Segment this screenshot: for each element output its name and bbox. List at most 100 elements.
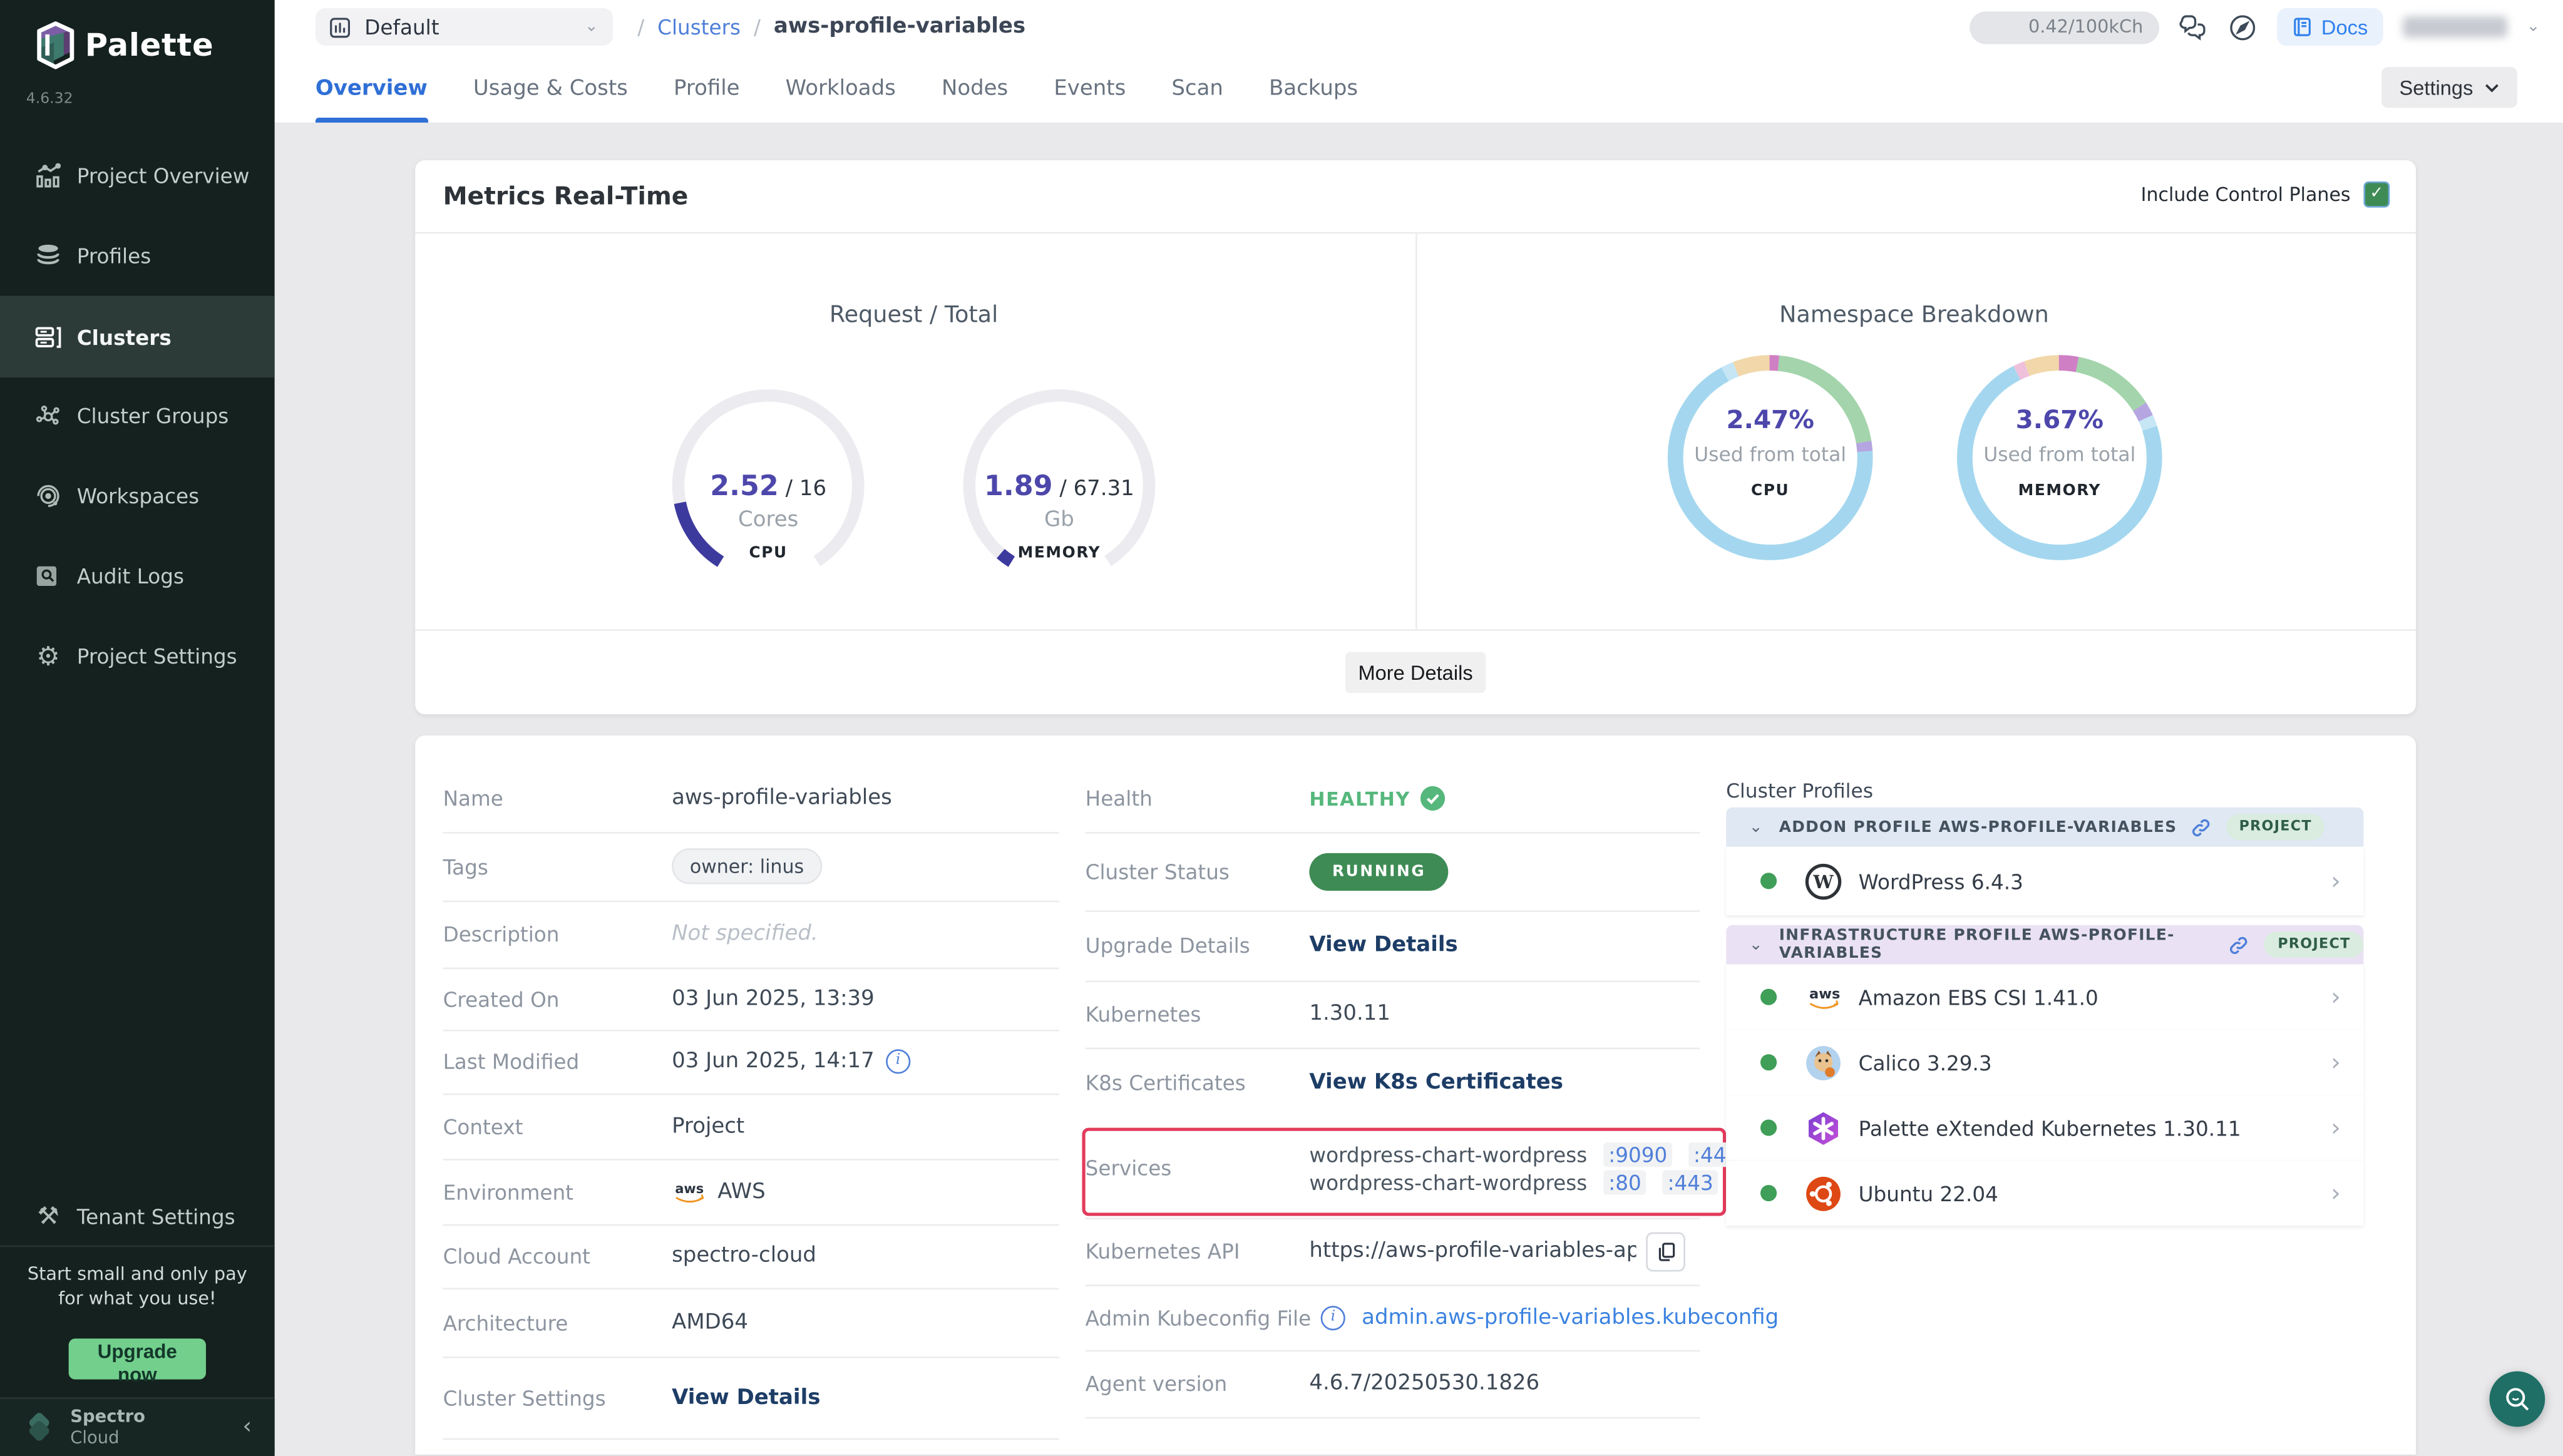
tab-scan[interactable]: Scan xyxy=(1171,54,1223,123)
detail-row-tags: Tags owner: linus xyxy=(443,832,822,901)
upgrade-view-details-link[interactable]: View Details xyxy=(1309,933,1457,958)
view-k8s-certificates-link[interactable]: View K8s Certificates xyxy=(1309,1070,1563,1095)
detail-row-architecture: Architecture AMD64 xyxy=(443,1288,748,1356)
sidebar-item-label: Profiles xyxy=(77,243,152,267)
gear-icon: ⚙ xyxy=(34,642,62,669)
cluster-profiles-title: Cluster Profiles xyxy=(1726,779,1873,802)
detail-row-description: Description Not specified. xyxy=(443,901,818,968)
sidebar-item-clusters[interactable]: Clusters xyxy=(0,296,275,378)
chevron-right-icon: › xyxy=(2331,866,2341,896)
running-status-badge: RUNNING xyxy=(1309,853,1449,890)
tab-overview[interactable]: Overview xyxy=(316,54,428,123)
chevron-down-icon: ⌄ xyxy=(1749,936,1763,954)
tab-profile[interactable]: Profile xyxy=(674,54,740,123)
cpu-donut-caption: CPU xyxy=(1664,482,1876,500)
sidebar-item-project-settings[interactable]: ⚙ Project Settings xyxy=(0,623,275,688)
info-icon[interactable]: i xyxy=(1321,1305,1345,1330)
memory-gauge-caption: MEMORY xyxy=(956,544,1162,562)
cluster-settings-view-details-link[interactable]: View Details xyxy=(672,1385,820,1410)
include-control-planes-label: Include Control Planes xyxy=(2141,183,2351,206)
chevron-right-icon: › xyxy=(2331,1048,2341,1077)
cpu-gauge-caption: CPU xyxy=(665,544,871,562)
help-button[interactable] xyxy=(2490,1371,2545,1427)
clusters-icon xyxy=(34,323,62,351)
sidebar-item-label: Project Settings xyxy=(77,643,237,667)
upgrade-promo: Start small and only pay for what you us… xyxy=(0,1246,275,1312)
sidebar-item-tenant-settings[interactable]: ⚒ Tenant Settings xyxy=(0,1183,275,1248)
profile-layer-row-wordpress[interactable]: W WordPress 6.4.3 › xyxy=(1726,846,2363,915)
tools-icon: ⚒ xyxy=(34,1202,62,1229)
detail-row-services: Services xyxy=(1086,1118,1172,1218)
breadcrumb-clusters-link[interactable]: Clusters xyxy=(657,14,741,39)
spectro-cloud-logo-icon xyxy=(21,1410,57,1445)
profile-layer-row-calico[interactable]: Calico 3.29.3 › xyxy=(1726,1030,2363,1095)
user-menu-name[interactable] xyxy=(2402,16,2507,38)
detail-row-context: Context Project xyxy=(443,1094,745,1159)
copy-icon[interactable] xyxy=(1646,1231,1685,1271)
cpu-donut-percent: 2.47% xyxy=(1664,406,1876,435)
more-details-button[interactable]: More Details xyxy=(1345,652,1486,693)
upgrade-now-button[interactable]: Upgrade now xyxy=(69,1338,206,1379)
addon-profile-header[interactable]: ⌄ ADDON PROFILE AWS-PROFILE-VARIABLES PR… xyxy=(1726,807,2363,847)
service-port-link[interactable]: :443 xyxy=(1663,1170,1718,1194)
cluster-tab-bar: Overview Usage & Costs Profile Workloads… xyxy=(275,54,2563,124)
chevron-right-icon: › xyxy=(2331,982,2341,1012)
link-icon[interactable] xyxy=(2190,816,2211,838)
detail-row-agent-version: Agent version 4.6.7/20250530.1826 xyxy=(1086,1350,1539,1417)
footer-brand: Spectro Cloud xyxy=(70,1408,145,1447)
sidebar-item-cluster-groups[interactable]: Cluster Groups xyxy=(0,382,275,448)
tab-workloads[interactable]: Workloads xyxy=(786,54,896,123)
include-control-planes[interactable]: Include Control Planes ✓ xyxy=(2141,182,2390,208)
project-selector[interactable]: Default ⌄ xyxy=(316,8,613,46)
sidebar-item-audit-logs[interactable]: Audit Logs xyxy=(0,543,275,608)
sidebar-item-project-overview[interactable]: Project Overview xyxy=(0,142,275,207)
cpu-donut-label: Used from total xyxy=(1664,443,1876,466)
detail-row-name: Name aws-profile-variables xyxy=(443,765,892,832)
tab-nodes[interactable]: Nodes xyxy=(942,54,1008,123)
namespace-breakdown-title: Namespace Breakdown xyxy=(1734,302,2093,329)
infrastructure-profile-header[interactable]: ⌄ INFRASTRUCTURE PROFILE AWS-PROFILE-VAR… xyxy=(1726,925,2363,965)
divider xyxy=(1415,233,1417,629)
project-scope-badge: PROJECT xyxy=(2264,931,2363,958)
sidebar-collapse-icon[interactable]: ‹ xyxy=(242,1413,252,1440)
detail-row-kubernetes: Kubernetes 1.30.11 xyxy=(1086,981,1390,1048)
aws-icon: aws xyxy=(1805,978,1842,1016)
detail-row-last-modified: Last Modified 03 Jun 2025, 14:17 i xyxy=(443,1030,911,1094)
profile-layer-row-ubuntu[interactable]: Ubuntu 22.04 › xyxy=(1726,1161,2363,1226)
tab-usage-costs[interactable]: Usage & Costs xyxy=(473,54,628,123)
metrics-title: Metrics Real-Time xyxy=(443,182,689,211)
feedback-chat-icon[interactable] xyxy=(2179,13,2209,42)
detail-row-admin-kubeconfig: Admin Kubeconfig File i admin.aws-profil… xyxy=(1086,1284,1779,1350)
service-port-link[interactable]: :80 xyxy=(1603,1170,1646,1194)
book-icon xyxy=(2292,16,2313,38)
detail-row-health: Health HEALTHY xyxy=(1086,765,1445,832)
settings-button[interactable]: Settings xyxy=(2381,67,2517,108)
info-icon[interactable]: i xyxy=(886,1049,910,1074)
explore-compass-icon[interactable] xyxy=(2228,13,2257,42)
project-selector-value: Default xyxy=(364,14,439,39)
include-control-planes-checkbox[interactable]: ✓ xyxy=(2363,182,2390,208)
sidebar-item-workspaces[interactable]: Workspaces xyxy=(0,463,275,528)
project-scope-badge: PROJECT xyxy=(2226,814,2325,840)
sidebar-item-label: Audit Logs xyxy=(77,563,184,587)
profile-layer-row-ebs-csi[interactable]: aws Amazon EBS CSI 1.41.0 › xyxy=(1726,964,2363,1029)
wordpress-icon: W xyxy=(1805,862,1842,900)
sidebar-item-label: Cluster Groups xyxy=(77,403,229,428)
cluster-details-card: Name aws-profile-variables Tags owner: l… xyxy=(415,736,2416,1455)
cpu-gauge-unit: Cores xyxy=(665,508,871,533)
profile-layer-row-pxk[interactable]: Palette eXtended Kubernetes 1.30.11 › xyxy=(1726,1095,2363,1160)
sidebar-item-profiles[interactable]: Profiles xyxy=(0,222,275,287)
memory-gauge: 1.89 / 67.31 Gb MEMORY xyxy=(956,382,1162,588)
usage-quota-badge: 0.42/100kCh xyxy=(1970,11,2160,43)
link-icon[interactable] xyxy=(2229,934,2250,955)
kubeconfig-download-link[interactable]: admin.aws-profile-variables.kubeconfig xyxy=(1362,1305,1779,1330)
chevron-down-icon[interactable]: ⌄ xyxy=(2527,18,2540,36)
svg-text:aws: aws xyxy=(1809,985,1840,1002)
status-dot xyxy=(1760,1185,1777,1201)
tab-events[interactable]: Events xyxy=(1054,54,1126,123)
chevron-right-icon: › xyxy=(2331,1179,2341,1208)
tab-backups[interactable]: Backups xyxy=(1269,54,1358,123)
docs-button[interactable]: Docs xyxy=(2277,8,2382,46)
detail-row-cluster-settings: Cluster Settings View Details xyxy=(443,1356,821,1438)
service-port-link[interactable]: :9090 xyxy=(1603,1142,1672,1167)
